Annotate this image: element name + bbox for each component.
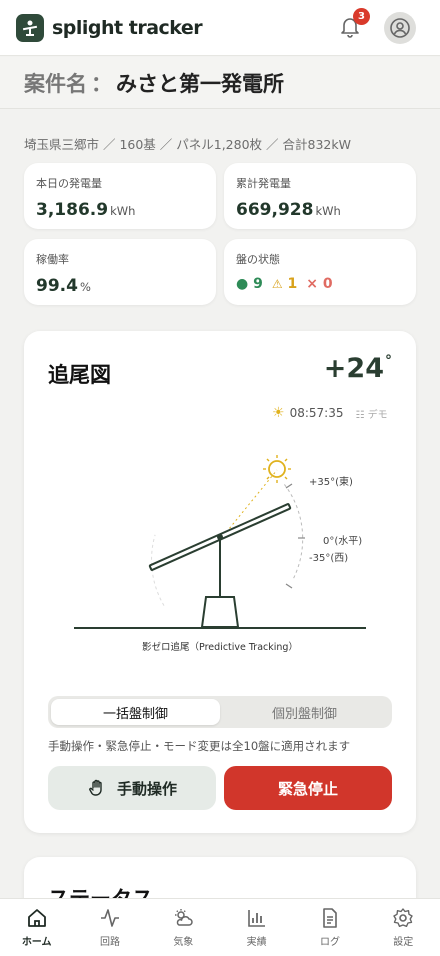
stat-label-panels: 盤の状態	[236, 253, 280, 266]
stat-value-rate: 99.4%	[36, 276, 204, 296]
tab-log[interactable]: ログ	[293, 899, 366, 956]
tracking-angle-value: +24	[323, 353, 384, 384]
tracking-time: 08:57:35	[289, 406, 344, 420]
demo-text: デモ	[367, 409, 388, 421]
app-title: splight tracker	[52, 16, 203, 39]
error-x-icon: ×	[306, 276, 318, 292]
tab-weather-label: 気象	[173, 937, 194, 948]
manual-operation-label: 手動操作	[116, 779, 177, 798]
stat-card-panels: 盤の状態 ● 9 ⚠ 1 × 0	[224, 239, 416, 305]
label-east: +35°(東)	[309, 475, 353, 488]
panel-error-status: × 0	[306, 276, 332, 292]
stat-number-total: 669,928	[236, 200, 314, 220]
demo-icon: ☷	[355, 409, 365, 421]
notification-badge: 3	[353, 8, 370, 25]
tab-results-label: 実績	[246, 937, 267, 948]
stat-card-rate: 稼働率 99.4%	[24, 239, 216, 305]
label-west: -35°(西)	[309, 553, 348, 564]
stat-label-total: 累計発電量	[236, 177, 291, 190]
ok-dot-icon: ●	[236, 276, 249, 292]
page-title-colon: ：	[91, 71, 112, 96]
home-icon	[27, 909, 46, 927]
emergency-stop-button[interactable]: 緊急停止	[224, 766, 392, 810]
tab-bulk-control[interactable]: 一括盤制御	[51, 699, 220, 725]
bar-chart-icon	[247, 910, 265, 927]
tracking-title: 追尾図	[48, 363, 111, 387]
stat-unit-today: kWh	[110, 204, 136, 218]
panel-warn-status: ⚠ 1	[272, 276, 297, 292]
warning-icon: ⚠	[271, 277, 283, 291]
stat-label-rate: 稼働率	[36, 253, 69, 266]
document-icon	[323, 908, 337, 928]
tracking-angle-unit: °	[385, 353, 392, 369]
tracker-base	[200, 596, 240, 628]
tick-east	[285, 483, 293, 489]
app-header: splight tracker	[0, 0, 440, 56]
stat-unit-rate: %	[79, 280, 91, 294]
activity-icon	[100, 909, 119, 927]
tick-west	[285, 583, 293, 589]
stat-value-today: 3,186.9 kWh	[36, 200, 204, 220]
hand-icon	[89, 779, 102, 796]
bottom-tab-bar: ホーム 回路 気象 実績 ログ 設定	[0, 898, 440, 956]
tab-settings[interactable]: 設定	[367, 899, 440, 956]
sun-icon	[263, 455, 291, 483]
gear-icon	[393, 908, 413, 927]
tracking-angle: +24°	[324, 353, 392, 384]
sun-small-icon: ☀	[272, 405, 285, 421]
site-info: 埼玉県三郷市 ／ 160基 ／ パネル1,280枚 ／ 合計832kW	[24, 137, 351, 152]
panel-status: ● 9 ⚠ 1 × 0	[236, 276, 404, 292]
tab-weather[interactable]: 気象	[147, 899, 220, 956]
angle-arc-east	[284, 484, 304, 580]
control-note: 手動操作・緊急停止・モード変更は全10盤に適用されます	[48, 739, 351, 753]
panel-ok-status: ● 9	[236, 276, 263, 292]
tab-log-label: ログ	[319, 937, 340, 948]
stat-number-rate: 99.4	[36, 276, 78, 296]
page-title-prefix: 案件名	[24, 71, 87, 96]
tab-home-label: ホーム	[21, 937, 52, 948]
panel-warn-count: 1	[287, 276, 298, 292]
tab-circuit-label: 回路	[99, 937, 120, 948]
stat-label-today: 本日の発電量	[36, 177, 102, 190]
tracking-clock: ☀ 08:57:35 ☷ デモ	[272, 405, 388, 421]
page-title: 案件名 ： みさと第一発電所	[0, 57, 440, 109]
panel-ok-count: 9	[253, 276, 263, 292]
tab-circuit[interactable]: 回路	[73, 899, 146, 956]
control-mode-toggle: 一括盤制御 個別盤制御	[48, 696, 392, 728]
app-logo	[16, 13, 44, 42]
tab-results[interactable]: 実績	[220, 899, 293, 956]
stat-unit-total: kWh	[315, 204, 341, 218]
stat-card-today: 本日の発電量 3,186.9 kWh	[24, 163, 216, 229]
user-icon	[390, 18, 410, 38]
manual-operation-button[interactable]: 手動操作	[48, 766, 216, 810]
stat-card-total: 累計発電量 669,928 kWh	[224, 163, 416, 229]
tab-home[interactable]: ホーム	[0, 899, 73, 956]
tracking-caption: 影ゼロ追尾（Predictive Tracking）	[142, 641, 298, 653]
tab-settings-label: 設定	[393, 937, 414, 948]
page-title-name: みさと第一発電所	[116, 71, 284, 96]
tracking-card: 追尾図 +24° ☀ 08:57:35 ☷ デモ +35°(東) 0°(水平) …	[24, 331, 416, 833]
user-avatar-button[interactable]	[384, 12, 416, 44]
tab-individual-control[interactable]: 個別盤制御	[220, 699, 389, 725]
weather-icon	[175, 909, 193, 926]
demo-label: ☷ デモ	[355, 406, 387, 421]
label-level: 0°(水平)	[323, 535, 362, 547]
stat-value-total: 669,928 kWh	[236, 200, 404, 220]
stat-number-today: 3,186.9	[36, 200, 109, 220]
solar-tracker-logo-icon	[22, 20, 38, 36]
tracker-diagram: +35°(東) 0°(水平) -35°(西) 影ゼロ追尾（Predictive …	[74, 455, 366, 653]
panel-error-count: 0	[322, 276, 333, 292]
